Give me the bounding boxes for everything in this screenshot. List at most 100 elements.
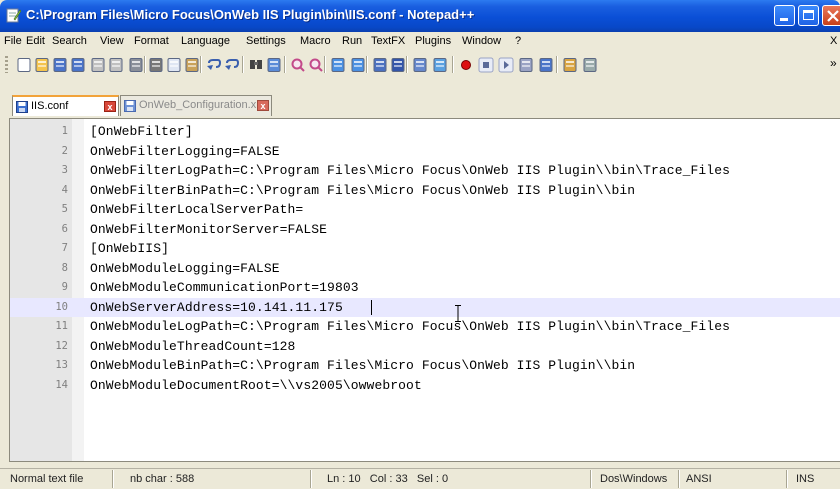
status-char-count: nb char : 588 (130, 473, 195, 485)
menu-window[interactable]: Window (462, 35, 501, 47)
toolbar-overflow-chevron[interactable]: » (830, 56, 837, 70)
window-title: C:\Program Files\Micro Focus\OnWeb IIS P… (26, 7, 475, 22)
sync-horizontal-icon[interactable] (350, 57, 366, 73)
line-number: 3 (61, 164, 68, 176)
line-number: 5 (61, 203, 68, 215)
cut-icon[interactable] (148, 57, 164, 73)
line-text[interactable]: [OnWebFilter] (90, 124, 193, 139)
tab-close-button[interactable]: x (257, 100, 269, 111)
title-bar[interactable]: C:\Program Files\Micro Focus\OnWeb IIS P… (0, 0, 840, 32)
user-defined-dialog-icon[interactable] (432, 57, 448, 73)
code-line[interactable]: 9 OnWebModuleCommunicationPort=19803 (10, 278, 840, 297)
line-text[interactable]: OnWebModuleDocumentRoot=\\vs2005\owwebro… (90, 378, 422, 393)
redo-icon[interactable] (224, 57, 240, 73)
code-line[interactable]: 1 [OnWebFilter] (10, 122, 840, 141)
code-line[interactable]: 14 OnWebModuleDocumentRoot=\\vs2005\owweb… (10, 376, 840, 395)
save-all-icon[interactable] (70, 57, 86, 73)
close-icon[interactable] (90, 57, 106, 73)
menu-help[interactable]: ? (515, 35, 521, 47)
save-icon[interactable] (52, 57, 68, 73)
copy-icon[interactable] (166, 57, 182, 73)
code-line[interactable]: 4 OnWebFilterBinPath=C:\Program Files\Mic… (10, 181, 840, 200)
status-bar: Normal text file nb char : 588 Ln : 10 C… (0, 468, 840, 489)
toolbar-separator (452, 56, 454, 73)
menu-textfx[interactable]: TextFX (371, 35, 405, 47)
close-all-icon[interactable] (108, 57, 124, 73)
code-line[interactable]: 3 OnWebFilterLogPath=C:\Program Files\Mic… (10, 161, 840, 180)
menu-search[interactable]: Search (52, 35, 87, 47)
code-line[interactable]: 6 OnWebFilterMonitorServer=FALSE (10, 220, 840, 239)
line-text[interactable]: OnWebFilterLogPath=C:\Program Files\Micr… (90, 163, 730, 178)
menu-close-document[interactable]: X (830, 35, 837, 47)
code-line[interactable]: 5 OnWebFilterLocalServerPath= (10, 200, 840, 219)
paste-icon[interactable] (184, 57, 200, 73)
undo-icon[interactable] (206, 57, 222, 73)
line-text[interactable]: OnWebFilterBinPath=C:\Program Files\Micr… (90, 183, 635, 198)
close-icon (827, 10, 839, 22)
zoom-out-icon[interactable] (308, 57, 324, 73)
notepadpp-app-icon[interactable] (5, 7, 21, 23)
menu-plugins[interactable]: Plugins (415, 35, 451, 47)
line-text[interactable]: OnWebModuleLogging=FALSE (90, 261, 280, 276)
line-number: 9 (61, 281, 68, 293)
line-number: 10 (55, 300, 68, 313)
toolbar-separator (242, 56, 244, 73)
status-insert-mode: INS (796, 473, 815, 485)
line-text[interactable]: OnWebModuleLogPath=C:\Program Files\Micr… (90, 319, 730, 334)
code-line[interactable]: 10 OnWebServerAddress=10.141.11.175 (10, 297, 840, 317)
line-text[interactable]: OnWebFilterMonitorServer=FALSE (90, 222, 327, 237)
sync-vertical-icon[interactable] (330, 57, 346, 73)
save-macro-icon[interactable] (538, 57, 554, 73)
menu-language[interactable]: Language (181, 35, 230, 47)
stop-record-icon[interactable] (478, 57, 494, 73)
menu-format[interactable]: Format (134, 35, 169, 47)
minimize-button[interactable] (774, 5, 795, 26)
toolbar-separator (144, 56, 146, 73)
replace-icon[interactable] (266, 57, 282, 73)
code-line[interactable]: 11 OnWebModuleLogPath=C:\Program Files\Mi… (10, 317, 840, 336)
spell-check-icon[interactable] (562, 57, 578, 73)
text-editor[interactable]: 1 [OnWebFilter] 2 OnWebFilterLogging=FALSE 3… (9, 118, 840, 462)
menu-view[interactable]: View (100, 35, 124, 47)
tab-iis-conf[interactable]: IIS.conf x (12, 95, 119, 116)
line-text[interactable]: [OnWebIIS] (90, 241, 169, 256)
play-macro-icon[interactable] (498, 57, 514, 73)
status-file-type: Normal text file (10, 473, 84, 485)
run-macro-multiple-icon[interactable] (518, 57, 534, 73)
new-file-icon[interactable] (16, 57, 32, 73)
toolbar-grip[interactable] (5, 56, 8, 73)
word-wrap-icon[interactable] (372, 57, 388, 73)
menu-settings[interactable]: Settings (246, 35, 286, 47)
code-line[interactable]: 8 OnWebModuleLogging=FALSE (10, 259, 840, 278)
menu-file[interactable]: File (4, 35, 22, 47)
menu-run[interactable]: Run (342, 35, 362, 47)
line-text[interactable]: OnWebModuleThreadCount=128 (90, 339, 295, 354)
line-text[interactable]: OnWebFilterLogging=FALSE (90, 144, 280, 159)
tab-close-button[interactable]: x (104, 101, 116, 112)
indent-guide-icon[interactable] (412, 57, 428, 73)
line-text[interactable]: OnWebModuleCommunicationPort=19803 (90, 280, 359, 295)
console-icon[interactable] (582, 57, 598, 73)
code-line[interactable]: 13 OnWebModuleBinPath=C:\Program Files\Mi… (10, 356, 840, 375)
line-text[interactable]: OnWebServerAddress=10.141.11.175 (90, 300, 343, 315)
line-text[interactable]: OnWebFilterLocalServerPath= (90, 202, 303, 217)
close-window-button[interactable] (822, 5, 840, 26)
menu-macro[interactable]: Macro (300, 35, 331, 47)
line-text[interactable]: OnWebModuleBinPath=C:\Program Files\Micr… (90, 358, 635, 373)
toolbar-separator (406, 56, 408, 73)
code-line[interactable]: 12 OnWebModuleThreadCount=128 (10, 337, 840, 356)
line-number: 4 (61, 183, 68, 196)
print-icon[interactable] (128, 57, 144, 73)
open-file-icon[interactable] (34, 57, 50, 73)
line-number: 11 (55, 320, 68, 332)
line-number: 2 (61, 144, 68, 157)
menu-edit[interactable]: Edit (26, 35, 45, 47)
code-line[interactable]: 2 OnWebFilterLogging=FALSE (10, 142, 840, 161)
record-macro-icon[interactable] (458, 57, 474, 73)
code-line[interactable]: 7 [OnWebIIS] (10, 239, 840, 258)
find-icon[interactable] (248, 57, 264, 73)
tab-onweb-configuration[interactable]: OnWeb_Configuration.xml x (120, 95, 272, 116)
show-all-chars-icon[interactable] (390, 57, 406, 73)
zoom-in-icon[interactable] (290, 57, 306, 73)
maximize-button[interactable] (798, 5, 819, 26)
